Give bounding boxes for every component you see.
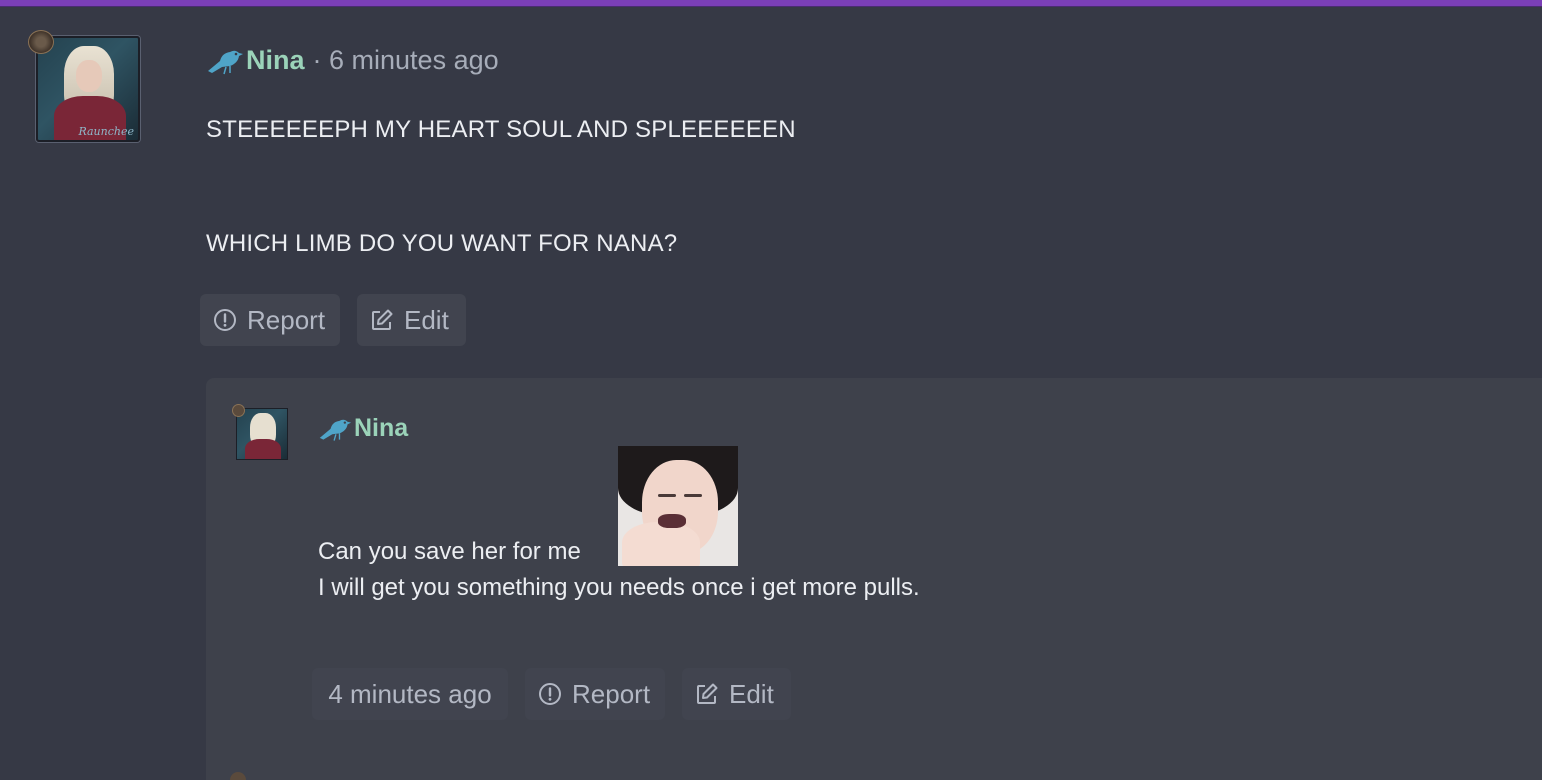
alert-circle-icon [539,683,561,705]
accent-top-border [0,0,1542,7]
report-button[interactable]: Report [200,294,340,346]
reply-edit-button[interactable]: Edit [682,668,791,720]
edit-icon [372,309,393,330]
edit-button[interactable]: Edit [357,294,466,346]
reply-avatar[interactable] [236,408,288,460]
report-label: Report [247,304,326,335]
avatar[interactable]: Raunchee [36,36,140,142]
edit-icon [697,683,718,704]
reply-header: Nina [318,412,408,444]
bird-icon [208,50,243,75]
reply-timestamp: 4 minutes ago [328,678,492,709]
avatar-badge [28,30,54,54]
reply-author-name[interactable]: Nina [354,414,408,443]
avatar-signature: Raunchee [78,125,134,138]
reply-timestamp-button[interactable]: 4 minutes ago [312,668,508,720]
reply-edit-label: Edit [729,678,774,709]
custom-emoji-image [618,446,738,566]
comment-text-line-2: WHICH LIMB DO YOU WANT FOR NANA? [206,230,678,257]
reply-report-label: Report [572,678,651,709]
comment-header: Nina · 6 minutes ago [206,42,499,78]
reply-text-line-1: Can you save her for me [318,538,581,565]
comment-text-line-1: STEEEEEEPH MY HEART SOUL AND SPLEEEEEEN [206,116,796,143]
comment-timestamp[interactable]: · 6 minutes ago [313,45,499,76]
author-name[interactable]: Nina [246,45,305,76]
reply-text-line-2: I will get you something you needs once … [318,574,920,601]
bird-icon [319,419,352,441]
reply-avatar-badge [232,404,245,417]
alert-circle-icon [214,309,236,331]
edit-label: Edit [404,304,449,335]
reply-report-button[interactable]: Report [525,668,665,720]
